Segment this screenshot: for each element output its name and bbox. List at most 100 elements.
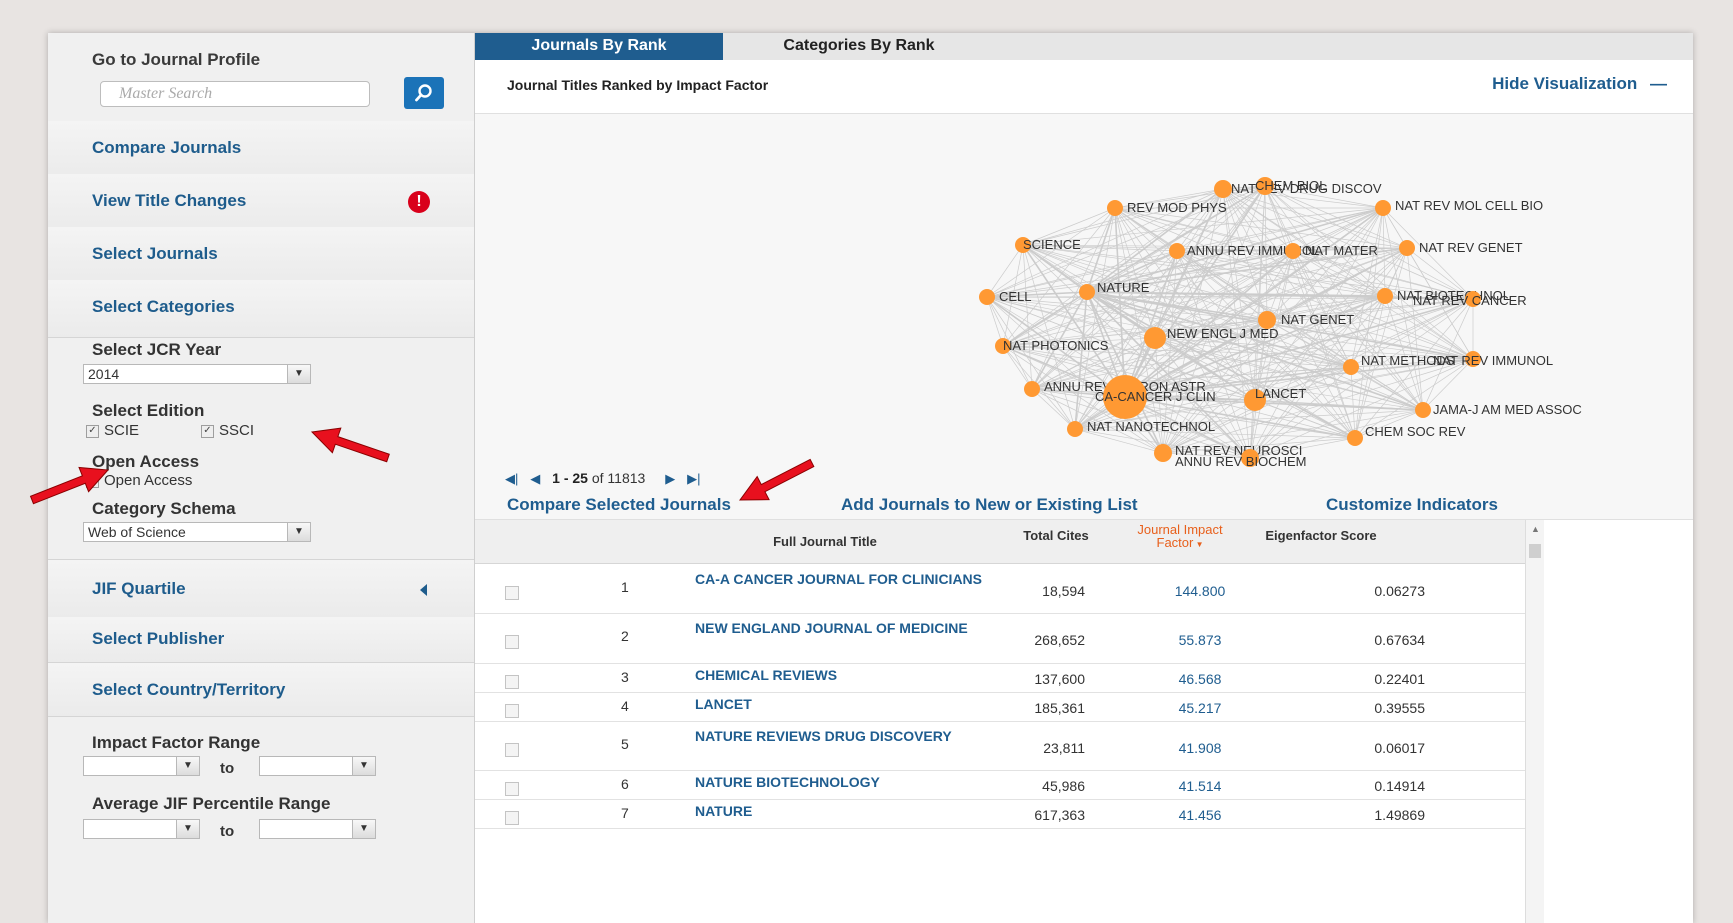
journal-title-link[interactable]: NATURE: [695, 804, 995, 818]
ssci-checkbox[interactable]: ✓: [201, 425, 214, 438]
sidebar-item-compare-journals[interactable]: Compare Journals: [48, 121, 474, 179]
network-graph[interactable]: NAT REV DRUG DISCOVCHEM BIOLREV MOD PHYS…: [475, 114, 1693, 519]
network-node-label: NAT GENET: [1281, 312, 1354, 327]
network-node[interactable]: [1377, 288, 1393, 304]
sidebar-item-select-country[interactable]: Select Country/Territory: [48, 663, 474, 717]
master-search-input[interactable]: Master Search: [100, 81, 370, 107]
journal-title-link[interactable]: LANCET: [695, 697, 995, 711]
table-row[interactable]: 3 CHEMICAL REVIEWS 137,600 46.568 0.22401: [475, 663, 1525, 693]
journal-title-link[interactable]: NATURE BIOTECHNOLOGY: [695, 775, 995, 789]
network-node[interactable]: [1154, 444, 1172, 462]
tab-categories-by-rank[interactable]: Categories By Rank: [723, 33, 995, 60]
sidebar-item-view-title-changes[interactable]: View Title Changes !: [48, 174, 474, 232]
col-header-title[interactable]: Full Journal Title: [705, 535, 945, 548]
network-visualization[interactable]: NAT REV DRUG DISCOV CHEM BIOL REV MOD PHYS…: [475, 113, 1693, 520]
goto-title: Go to Journal Profile: [92, 50, 261, 69]
sidebar-item-select-categories[interactable]: Select Categories: [48, 280, 474, 338]
network-node[interactable]: [979, 289, 995, 305]
network-node[interactable]: [1079, 284, 1095, 300]
network-node[interactable]: [1375, 200, 1391, 216]
search-button[interactable]: [404, 77, 444, 109]
row-rank: 2: [621, 628, 629, 644]
network-node[interactable]: [1107, 200, 1123, 216]
caret-left-icon: [420, 584, 427, 596]
compare-selected-button[interactable]: Compare Selected Journals: [507, 495, 731, 515]
network-node[interactable]: [1415, 402, 1431, 418]
table-row[interactable]: 2 NEW ENGLAND JOURNAL OF MEDICINE 268,652 5…: [475, 613, 1525, 664]
journal-title-link[interactable]: CHEMICAL REVIEWS: [695, 668, 995, 682]
page-total: of 11813: [591, 470, 646, 486]
network-node-label: JAMA-J AM MED ASSOC: [1433, 402, 1582, 417]
row-eigenfactor: 0.67634: [1374, 632, 1425, 648]
impact-min-select[interactable]: ▼: [83, 756, 200, 776]
percentile-min-select[interactable]: ▼: [83, 819, 200, 839]
row-checkbox[interactable]: [505, 782, 519, 796]
first-page-icon[interactable]: ◀|: [505, 471, 518, 487]
add-to-list-button[interactable]: Add Journals to New or Existing List: [841, 495, 1138, 515]
row-checkbox[interactable]: [505, 811, 519, 825]
journal-title-link[interactable]: CA-A CANCER JOURNAL FOR CLINICIANS: [695, 572, 995, 586]
row-checkbox[interactable]: [505, 704, 519, 718]
sidebar-item-label: Select Categories: [92, 297, 235, 316]
network-node[interactable]: [1067, 421, 1083, 437]
network-node[interactable]: [1214, 180, 1232, 198]
row-checkbox[interactable]: [505, 743, 519, 757]
row-checkbox[interactable]: [505, 586, 519, 600]
scroll-up-icon[interactable]: ▲: [1531, 524, 1540, 534]
table-row[interactable]: 6 NATURE BIOTECHNOLOGY 45,986 41.514 0.14914: [475, 770, 1525, 800]
row-checkbox[interactable]: [505, 635, 519, 649]
scie-label: SCIE: [104, 422, 140, 439]
network-node[interactable]: [1169, 243, 1185, 259]
scroll-thumb[interactable]: [1529, 544, 1541, 558]
last-page-icon[interactable]: ▶|: [687, 471, 700, 487]
table-row[interactable]: 7 NATURE 617,363 41.456 1.49869: [475, 799, 1525, 829]
impact-max-select[interactable]: ▼: [259, 756, 376, 776]
network-node-label: NAT REV CANCER: [1413, 293, 1527, 308]
sidebar-item-select-journals[interactable]: Select Journals: [48, 227, 474, 285]
row-eigenfactor: 0.06017: [1374, 740, 1425, 756]
journal-title-link[interactable]: NEW ENGLAND JOURNAL OF MEDICINE: [695, 621, 995, 635]
tab-journals-by-rank[interactable]: Journals By Rank: [475, 33, 723, 60]
network-node[interactable]: [1024, 381, 1040, 397]
network-node[interactable]: [1144, 327, 1166, 349]
table-row[interactable]: 5 NATURE REVIEWS DRUG DISCOVERY 23,811 41.9…: [475, 721, 1525, 771]
table-scrollbar[interactable]: ▲: [1525, 520, 1544, 923]
row-total-cites: 18,594: [1042, 583, 1085, 599]
percentile-max-select[interactable]: ▼: [259, 819, 376, 839]
table-row[interactable]: 1 CA-A CANCER JOURNAL FOR CLINICIANS 18,59…: [475, 564, 1525, 614]
col-header-impact-factor[interactable]: Journal Impact Factor ▼: [1130, 523, 1230, 551]
category-schema-select[interactable]: Web of Science ▼: [83, 522, 311, 542]
sidebar-item-jif-quartile[interactable]: JIF Quartile: [48, 559, 474, 618]
sidebar-item-label: Select Country/Territory: [92, 680, 286, 699]
sort-desc-icon: ▼: [1193, 540, 1204, 549]
network-node[interactable]: [1343, 359, 1359, 375]
col-header-eigenfactor[interactable]: Eigenfactor Score: [1261, 529, 1381, 542]
network-node[interactable]: [1399, 240, 1415, 256]
customize-indicators-button[interactable]: Customize Indicators: [1326, 495, 1498, 515]
row-total-cites: 23,811: [1043, 740, 1085, 756]
prev-page-icon[interactable]: ◀: [530, 471, 540, 487]
hide-visualization-label: Hide Visualization: [1492, 74, 1638, 93]
sidebar-item-select-publisher[interactable]: Select Publisher: [48, 617, 474, 663]
row-checkbox[interactable]: [505, 675, 519, 689]
row-impact-factor: 55.873: [1178, 632, 1222, 648]
scie-checkbox[interactable]: ✓: [86, 425, 99, 438]
page-range: 1 - 25: [552, 470, 588, 486]
jcr-year-select[interactable]: 2014 ▼: [83, 364, 311, 384]
network-edge: [986, 207, 1116, 298]
row-rank: 5: [621, 736, 629, 752]
network-node-label: NEW ENGL J MED: [1167, 326, 1278, 341]
action-bar: Compare Selected Journals Add Journals t…: [475, 495, 1693, 519]
network-node[interactable]: [1285, 243, 1301, 259]
hide-visualization-link[interactable]: Hide Visualization —: [1492, 74, 1667, 94]
next-page-icon[interactable]: ▶: [665, 471, 675, 487]
jcr-year-label: Select JCR Year: [92, 340, 222, 359]
open-access-checkbox[interactable]: [86, 475, 99, 488]
network-node[interactable]: [1347, 430, 1363, 446]
category-schema-value: Web of Science: [88, 524, 186, 540]
edition-label: Select Edition: [92, 401, 205, 420]
sidebar-item-label: Compare Journals: [92, 138, 242, 157]
col-header-total-cites[interactable]: Total Cites: [1011, 529, 1101, 542]
journal-title-link[interactable]: NATURE REVIEWS DRUG DISCOVERY: [695, 729, 995, 743]
table-row[interactable]: 4 LANCET 185,361 45.217 0.39555: [475, 692, 1525, 722]
